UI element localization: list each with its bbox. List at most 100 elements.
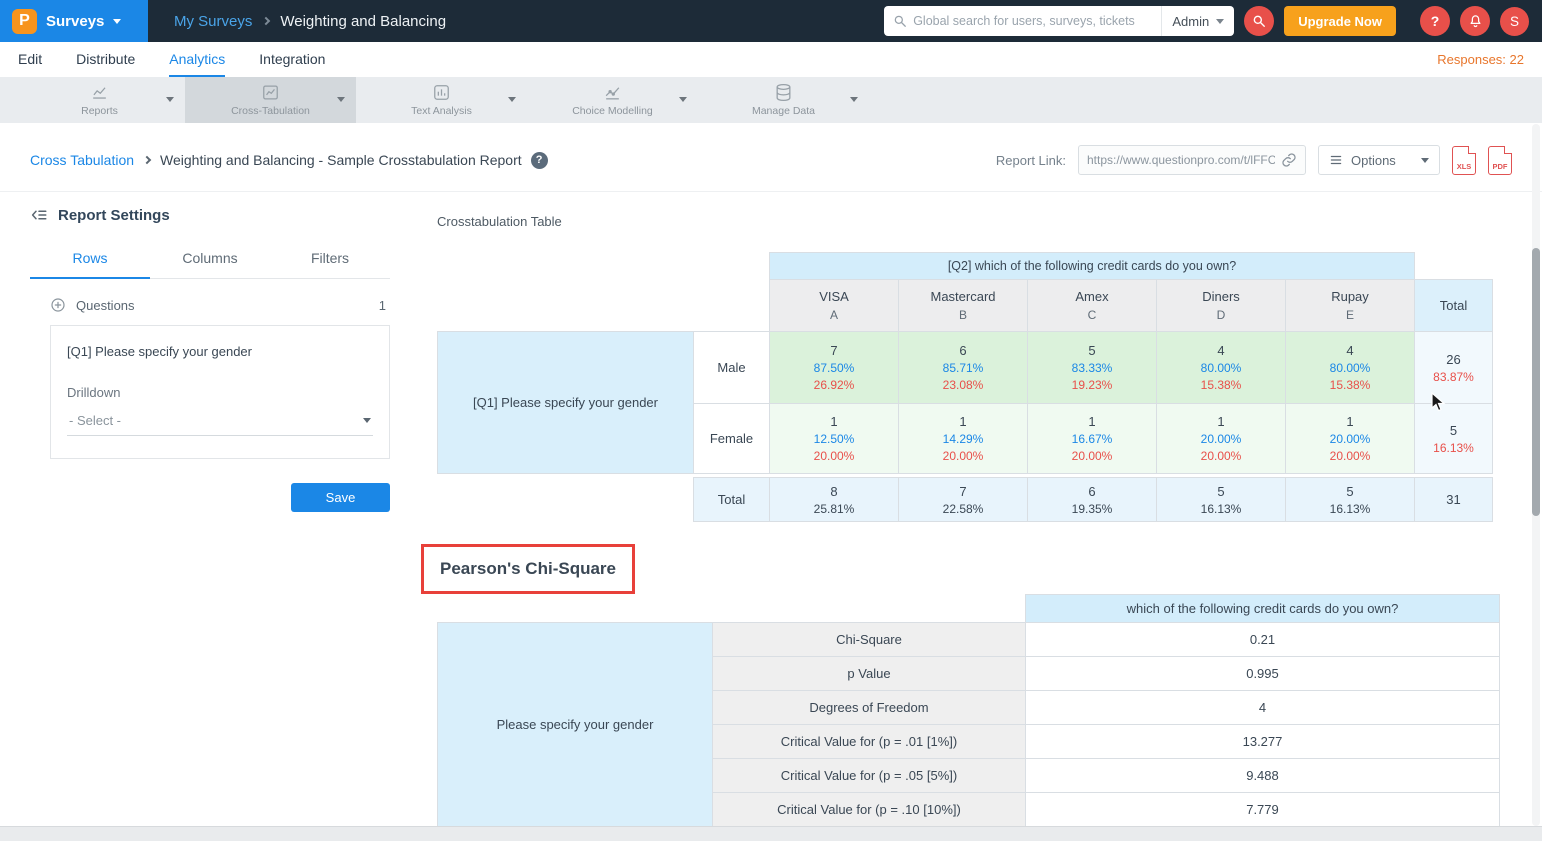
chevron-down-icon — [850, 97, 858, 102]
column-header-visa: VISA A — [770, 280, 899, 332]
row-total-cell: 5 16.13% — [1415, 404, 1493, 474]
collapse-panel-icon[interactable] — [30, 206, 48, 224]
tab-filters[interactable]: Filters — [270, 240, 390, 279]
chevron-down-icon — [363, 418, 371, 423]
surveys-product-menu[interactable]: P Surveys — [0, 0, 148, 42]
column-header-mastercard: Mastercard B — [899, 280, 1028, 332]
total-column-header: Total — [1415, 280, 1493, 332]
chevron-down-icon — [166, 97, 174, 102]
cell-count: 4 — [1159, 343, 1283, 358]
nav-distribute[interactable]: Distribute — [76, 42, 135, 77]
crosstab-cell: 4 80.00% 15.38% — [1157, 332, 1286, 404]
save-button[interactable]: Save — [291, 483, 390, 512]
chevron-down-icon — [337, 97, 345, 102]
options-dropdown[interactable]: Options — [1318, 145, 1440, 175]
tab-columns[interactable]: Columns — [150, 240, 270, 279]
tool-cross-tabulation[interactable]: Cross-Tabulation — [185, 77, 356, 123]
crosstab-cell: 1 20.00% 20.00% — [1286, 404, 1415, 474]
column-header-rupay: Rupay E — [1286, 280, 1415, 332]
database-icon — [774, 83, 793, 102]
nav-integration[interactable]: Integration — [259, 42, 325, 77]
link-icon — [1281, 152, 1297, 168]
tool-choice-modelling[interactable]: Choice Modelling — [527, 77, 698, 123]
cell-count: 6 — [1030, 484, 1154, 499]
chi-label: p Value — [713, 657, 1026, 691]
tool-label: Cross-Tabulation — [231, 105, 310, 117]
help-icon[interactable]: ? — [531, 152, 548, 169]
total-cell: 8 25.81% — [770, 478, 899, 522]
cell-row-pct: 83.33% — [1030, 361, 1154, 375]
crosstab-table: [Q2] which of the following credit cards… — [437, 252, 1493, 522]
tool-reports[interactable]: Reports — [14, 77, 185, 123]
list-icon — [1329, 153, 1343, 167]
search-scope-dropdown[interactable]: Admin — [1161, 6, 1234, 36]
help-button[interactable]: ? — [1420, 6, 1450, 36]
notifications-button[interactable] — [1460, 6, 1490, 36]
search-button[interactable] — [1244, 6, 1274, 36]
cross-tabulation-link[interactable]: Cross Tabulation — [30, 152, 134, 168]
column-code: E — [1288, 308, 1412, 322]
cell-row-pct: 85.71% — [901, 361, 1025, 375]
chi-value: 0.21 — [1026, 623, 1500, 657]
search-input[interactable] — [913, 14, 1161, 28]
chi-value: 4 — [1026, 691, 1500, 725]
spacer-cell — [1415, 253, 1493, 280]
cell-col-pct: 15.38% — [1288, 378, 1412, 392]
cell-count: 7 — [772, 343, 896, 358]
cell-count: 4 — [1288, 343, 1412, 358]
total-cell: 5 16.13% — [1157, 478, 1286, 522]
column-name: Mastercard — [901, 289, 1025, 304]
user-avatar[interactable]: S — [1500, 7, 1529, 36]
cell-total-pct: 16.13% — [1417, 441, 1490, 455]
cell-count: 5 — [1030, 343, 1154, 358]
crosstab-cell: 5 83.33% 19.23% — [1028, 332, 1157, 404]
question-box: [Q1] Please specify your gender Drilldow… — [50, 325, 390, 459]
column-code: A — [772, 308, 896, 322]
add-question-icon[interactable] — [50, 297, 66, 313]
report-actions: Report Link: Options XLS PDF — [996, 145, 1512, 175]
bottom-scroll-area — [0, 826, 1542, 841]
upgrade-now-button[interactable]: Upgrade Now — [1284, 6, 1396, 36]
cell-pct: 22.58% — [901, 502, 1025, 516]
responses-count: Responses: 22 — [1437, 42, 1524, 77]
panel-header: Report Settings — [30, 206, 390, 224]
crosstab-cell: 1 20.00% 20.00% — [1157, 404, 1286, 474]
report-url-input[interactable] — [1087, 153, 1275, 167]
export-pdf-button[interactable]: PDF — [1488, 146, 1512, 175]
global-search: Admin — [884, 6, 1234, 36]
chi-label: Critical Value for (p = .01 [1%]) — [713, 725, 1026, 759]
chi-value: 7.779 — [1026, 793, 1500, 827]
cell-pct: 19.35% — [1030, 502, 1154, 516]
cell-pct: 16.13% — [1288, 502, 1412, 516]
cell-count: 1 — [901, 414, 1025, 429]
cell-count: 1 — [1030, 414, 1154, 429]
column-name: Rupay — [1288, 289, 1412, 304]
tool-manage-data[interactable]: Manage Data — [698, 77, 869, 123]
drilldown-select[interactable]: - Select - — [67, 406, 373, 436]
chevron-down-icon — [1216, 19, 1224, 24]
column-question-header: [Q2] which of the following credit cards… — [770, 253, 1415, 280]
cell-count: 5 — [1159, 484, 1283, 499]
export-xls-button[interactable]: XLS — [1452, 146, 1476, 175]
crosstab-cell: 1 14.29% 20.00% — [899, 404, 1028, 474]
cell-count: 1 — [772, 414, 896, 429]
xls-icon: XLS — [1457, 162, 1472, 171]
breadcrumb-current-survey: Weighting and Balancing — [280, 13, 446, 30]
cell-total-pct: 83.87% — [1417, 370, 1490, 384]
nav-analytics[interactable]: Analytics — [169, 42, 225, 77]
cell-count: 1 — [1159, 414, 1283, 429]
cell-row-pct: 80.00% — [1159, 361, 1283, 375]
search-icon — [893, 14, 907, 28]
scrollbar-thumb[interactable] — [1532, 248, 1540, 516]
report-title: Weighting and Balancing - Sample Crossta… — [160, 152, 522, 168]
tool-text-analysis[interactable]: Text Analysis — [356, 77, 527, 123]
spacer-cell — [438, 280, 770, 332]
breadcrumb-my-surveys[interactable]: My Surveys — [174, 13, 252, 30]
pdf-icon: PDF — [1493, 162, 1508, 171]
question-text: [Q1] Please specify your gender — [67, 344, 373, 359]
nav-edit[interactable]: Edit — [18, 42, 42, 77]
drilldown-label: Drilldown — [67, 385, 373, 400]
tab-rows[interactable]: Rows — [30, 240, 150, 279]
chevron-right-icon — [143, 156, 151, 164]
grand-total-cell: 31 — [1415, 478, 1493, 522]
